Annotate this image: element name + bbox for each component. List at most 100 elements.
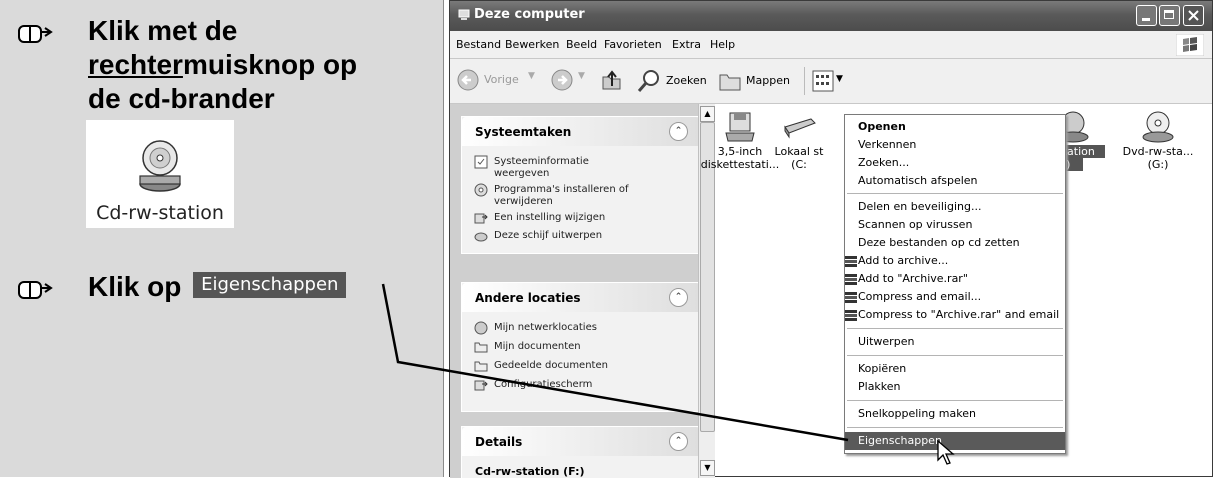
scroll-down-arrow-icon[interactable]: ▼	[700, 460, 715, 476]
back-button[interactable]: Vorige ▼	[456, 67, 544, 93]
maximize-button[interactable]	[1159, 5, 1180, 26]
windows-logo-icon	[1176, 34, 1204, 56]
menu-item-paste[interactable]: Plakken	[845, 378, 1065, 396]
other-places-title: Andere locaties	[475, 291, 581, 305]
minimize-button[interactable]	[1136, 5, 1157, 26]
menu-item-add-archive[interactable]: Add to archive...	[845, 252, 1065, 270]
menu-item-label: Automatisch afspelen	[858, 174, 978, 187]
forward-button[interactable]: ▼	[550, 67, 590, 93]
menu-bewerken[interactable]: Bewerken	[505, 38, 559, 51]
properties-chip: Eigenschappen	[193, 272, 347, 298]
views-button[interactable]: ▼	[812, 68, 852, 94]
drive-thumbnail-label: Cd-rw-station	[96, 202, 224, 224]
folders-icon	[719, 74, 741, 91]
dvd-drive-icon	[1142, 111, 1174, 143]
details-header[interactable]: Details ⌃	[462, 427, 698, 456]
step1-line2-rest: muisknop op	[182, 49, 358, 80]
title-bar[interactable]: Deze computer	[450, 1, 1212, 31]
menu-item-label: Add to "Archive.rar"	[858, 272, 968, 285]
folders-label: Mappen	[746, 74, 790, 87]
place-item-label: Mijn documenten	[494, 341, 581, 352]
drive-label-line2: (G:)	[1147, 158, 1169, 171]
control-panel-icon	[474, 380, 488, 391]
menu-item-label: Openen	[858, 120, 906, 133]
menu-separator	[847, 400, 1063, 401]
context-menu: Openen Verkennen Zoeken... Automatisch a…	[844, 114, 1066, 454]
step1-underlined: rechter	[88, 49, 183, 80]
menu-item-label: Compress and email...	[858, 290, 982, 303]
menu-item-write-to-cd[interactable]: Deze bestanden op cd zetten	[845, 234, 1065, 252]
menu-item-verkennen[interactable]: Verkennen	[845, 136, 1065, 154]
task-item-label: Deze schijf uitwerpen	[494, 230, 603, 241]
menu-separator	[847, 427, 1063, 428]
menu-separator	[847, 328, 1063, 329]
search-icon	[637, 70, 659, 92]
menu-item-compress-email[interactable]: Compress and email...	[845, 288, 1065, 306]
details-box: Details ⌃ Cd-rw-station (F:)	[461, 426, 698, 478]
cd-drive-thumbnail: Cd-rw-station	[86, 120, 234, 228]
menu-item-openen[interactable]: Openen	[845, 118, 1065, 136]
search-label: Zoeken	[666, 74, 707, 87]
drive-dvd-rw-g[interactable]: Dvd-rw-sta... (G:)	[1116, 109, 1200, 171]
collapse-chevron-icon[interactable]: ⌃	[669, 288, 688, 307]
close-icon	[1188, 10, 1199, 21]
task-pane: Systeemtaken ⌃ Systeeminformatie weergev…	[450, 104, 698, 478]
menu-item-label: Zoeken...	[858, 156, 910, 169]
close-button[interactable]	[1183, 5, 1204, 26]
step2-text: Klik op Eigenschappen	[88, 270, 347, 304]
system-info-icon	[474, 155, 488, 169]
place-item-label: Configuratiescherm	[494, 379, 593, 390]
step1-line1: Klik met de	[88, 15, 238, 46]
menu-beeld[interactable]: Beeld	[566, 38, 597, 51]
menu-item-eject[interactable]: Uitwerpen	[845, 333, 1065, 351]
collapse-chevron-icon[interactable]: ⌃	[669, 432, 688, 451]
menu-item-create-shortcut[interactable]: Snelkoppeling maken	[845, 405, 1065, 423]
forward-dropdown-icon[interactable]: ▼	[578, 71, 585, 81]
winrar-icon	[845, 292, 857, 303]
toolbar-separator	[804, 67, 805, 95]
views-dropdown-icon: ▼	[836, 74, 843, 84]
menu-item-label: Snelkoppeling maken	[858, 407, 976, 420]
menu-extra[interactable]: Extra	[672, 38, 701, 51]
menu-bestand[interactable]: Bestand	[456, 38, 501, 51]
mouse-pointer-hand-icon	[18, 281, 53, 299]
menu-separator	[847, 355, 1063, 356]
menu-separator	[847, 193, 1063, 194]
shared-folder-icon	[474, 361, 488, 372]
menu-item-copy[interactable]: Kopiëren	[845, 360, 1065, 378]
menu-item-label: Verkennen	[858, 138, 917, 151]
back-label: Vorige	[484, 73, 519, 86]
winrar-icon	[845, 310, 857, 321]
menu-item-properties[interactable]: Eigenschappen	[845, 432, 1065, 450]
menu-item-autoplay[interactable]: Automatisch afspelen	[845, 172, 1065, 190]
collapse-chevron-icon[interactable]: ⌃	[669, 122, 688, 141]
place-item-label: Mijn netwerklocaties	[494, 322, 597, 333]
menu-item-add-archive-rar[interactable]: Add to "Archive.rar"	[845, 270, 1065, 288]
menu-item-compress-rar-email[interactable]: Compress to "Archive.rar" and email	[845, 306, 1065, 324]
task-item-label: Programma's installeren of verwijderen	[494, 184, 629, 207]
drive-label-line1: Dvd-rw-sta...	[1122, 145, 1194, 158]
menu-item-zoeken[interactable]: Zoeken...	[845, 154, 1065, 172]
winrar-icon	[845, 274, 857, 285]
folders-button[interactable]: Mappen	[718, 68, 798, 94]
hard-drive-icon	[784, 118, 816, 139]
computer-icon	[458, 9, 470, 20]
maximize-icon	[1164, 10, 1174, 19]
menu-item-virus-scan[interactable]: Scannen op virussen	[845, 216, 1065, 234]
back-dropdown-icon[interactable]: ▼	[528, 71, 535, 81]
up-folder-icon[interactable]	[600, 69, 624, 93]
menu-item-sharing[interactable]: Delen en beveiliging...	[845, 198, 1065, 216]
menu-favorieten[interactable]: Favorieten	[604, 38, 662, 51]
drive-local-c[interactable]: Lokaal st (C:	[770, 109, 828, 171]
other-places-header[interactable]: Andere locaties ⌃	[462, 283, 698, 312]
drive-label-line1: Lokaal st	[774, 145, 824, 158]
system-tasks-header[interactable]: Systeemtaken ⌃	[462, 117, 698, 146]
menu-help[interactable]: Help	[710, 38, 735, 51]
menu-item-label: Compress to "Archive.rar" and email	[858, 308, 1060, 321]
setting-icon	[474, 213, 488, 224]
menu-item-label: Eigenschappen	[858, 434, 942, 447]
panel-divider	[443, 0, 444, 477]
search-button[interactable]: Zoeken	[636, 68, 712, 94]
step1-line3: de cd-brander	[88, 83, 275, 114]
system-tasks-title: Systeemtaken	[475, 125, 572, 139]
